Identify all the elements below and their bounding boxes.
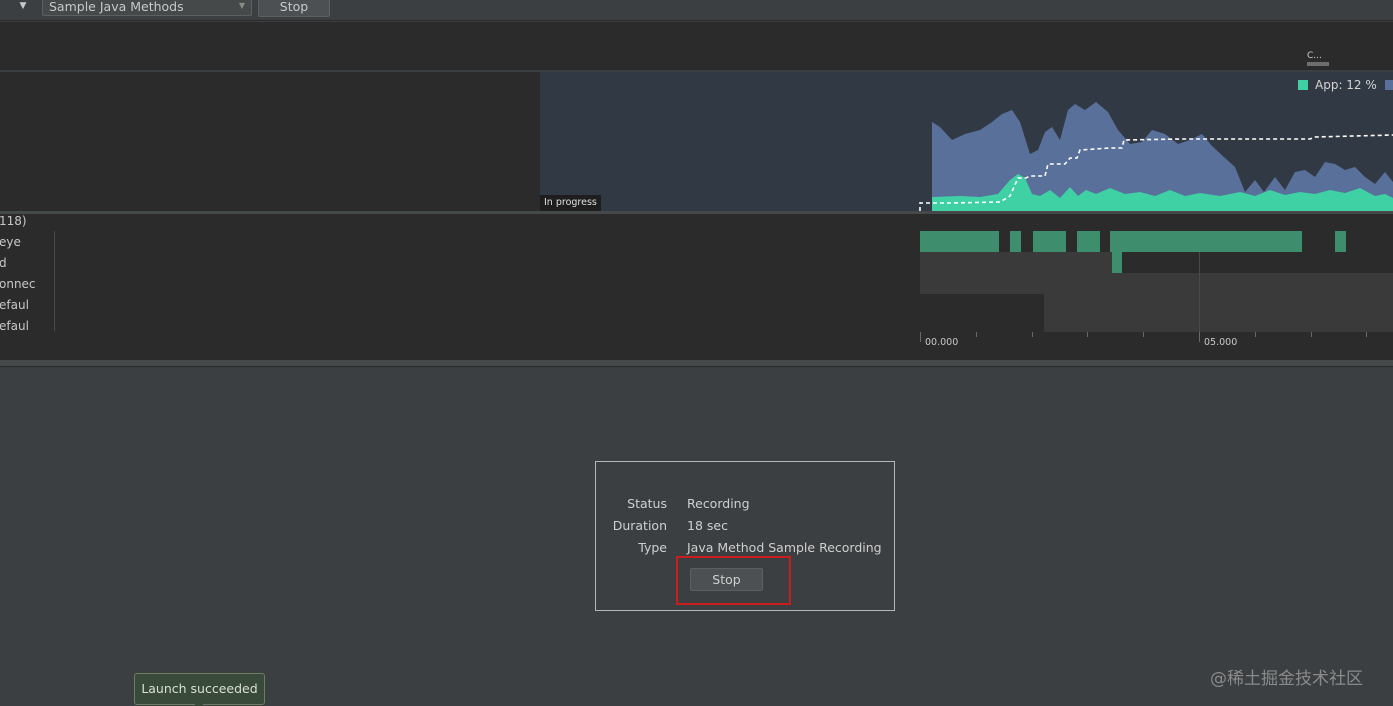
recording-config-label: Sample Java Methods	[49, 0, 184, 14]
axis-label: 05.000	[1204, 337, 1238, 348]
annotation-highlight-box	[676, 556, 791, 605]
thread-name[interactable]: onnec	[0, 277, 36, 291]
thread-activity-bar	[920, 231, 999, 252]
timeline-header: C...	[0, 22, 1393, 71]
thread-activity-bar	[1033, 231, 1066, 252]
axis-tick	[1255, 332, 1256, 337]
thread-activity-bar	[1112, 252, 1122, 273]
axis-label: 00.000	[925, 337, 959, 348]
axis-tick	[1143, 332, 1144, 337]
range-handle-label: C...	[1307, 51, 1322, 61]
panel-splitter[interactable]	[0, 360, 1393, 367]
status-key: Status	[627, 496, 667, 511]
profiler-toolbar: ▼ Sample Java Methods ▼ Stop	[0, 0, 1393, 21]
thread-idle-region	[920, 294, 1044, 332]
thread-activity-bar	[1010, 231, 1021, 252]
recording-config-select[interactable]: Sample Java Methods ▼	[42, 0, 252, 16]
thread-activity-bar	[1077, 231, 1100, 252]
in-progress-label: In progress	[540, 195, 601, 211]
axis-tick	[1199, 332, 1200, 342]
app-legend-label: App: 12 %	[1315, 78, 1377, 92]
duration-value: 18 sec	[687, 518, 728, 533]
watermark: @稀土掘金技术社区	[1210, 669, 1363, 689]
launch-toast[interactable]: Launch succeeded	[134, 673, 265, 705]
axis-tick	[1087, 332, 1088, 337]
cpu-profiler-window: ▼ Sample Java Methods ▼ Stop C... App: 1…	[0, 0, 1393, 706]
threads-panel: 118) eye d onnec efaul efaul 00.000 05.0…	[0, 214, 1393, 360]
status-value: Recording	[687, 496, 750, 511]
thread-name[interactable]: efaul	[0, 319, 29, 333]
cpu-label-column	[0, 72, 540, 211]
axis-tick	[1311, 332, 1312, 337]
thread-name[interactable]: d	[0, 256, 7, 270]
axis-tick	[1032, 332, 1033, 337]
thread-name[interactable]: efaul	[0, 298, 29, 312]
thread-track[interactable]	[920, 273, 1393, 294]
app-legend-swatch	[1298, 80, 1308, 90]
range-selection-handle[interactable]: C...	[1307, 51, 1329, 66]
time-axis: 00.000 05.000	[920, 332, 1393, 360]
time-gridline	[1199, 252, 1200, 332]
thread-list-separator	[54, 231, 55, 331]
type-value: Java Method Sample Recording	[687, 540, 882, 555]
thread-name[interactable]: eye	[0, 235, 21, 249]
axis-tick	[1366, 332, 1367, 337]
thread-track[interactable]	[920, 294, 1393, 332]
range-handle-bar[interactable]	[1307, 62, 1329, 66]
thread-track[interactable]	[920, 231, 1393, 252]
thread-activity-bar	[1110, 231, 1302, 252]
axis-tick	[976, 332, 977, 337]
cpu-usage-graph	[919, 102, 1393, 211]
toolbar-stop-button[interactable]: Stop	[258, 0, 330, 17]
thread-activity-bar	[1335, 231, 1346, 252]
thread-count-label: 118)	[0, 214, 27, 228]
dropdown-arrow-icon[interactable]: ▼	[17, 0, 29, 12]
duration-key: Duration	[612, 518, 667, 533]
others-legend-swatch	[1385, 80, 1393, 90]
axis-tick	[920, 332, 921, 342]
type-key: Type	[638, 540, 667, 555]
thread-track[interactable]	[920, 252, 1122, 273]
cpu-usage-chart[interactable]	[540, 72, 1393, 211]
chevron-down-icon: ▼	[238, 1, 245, 10]
